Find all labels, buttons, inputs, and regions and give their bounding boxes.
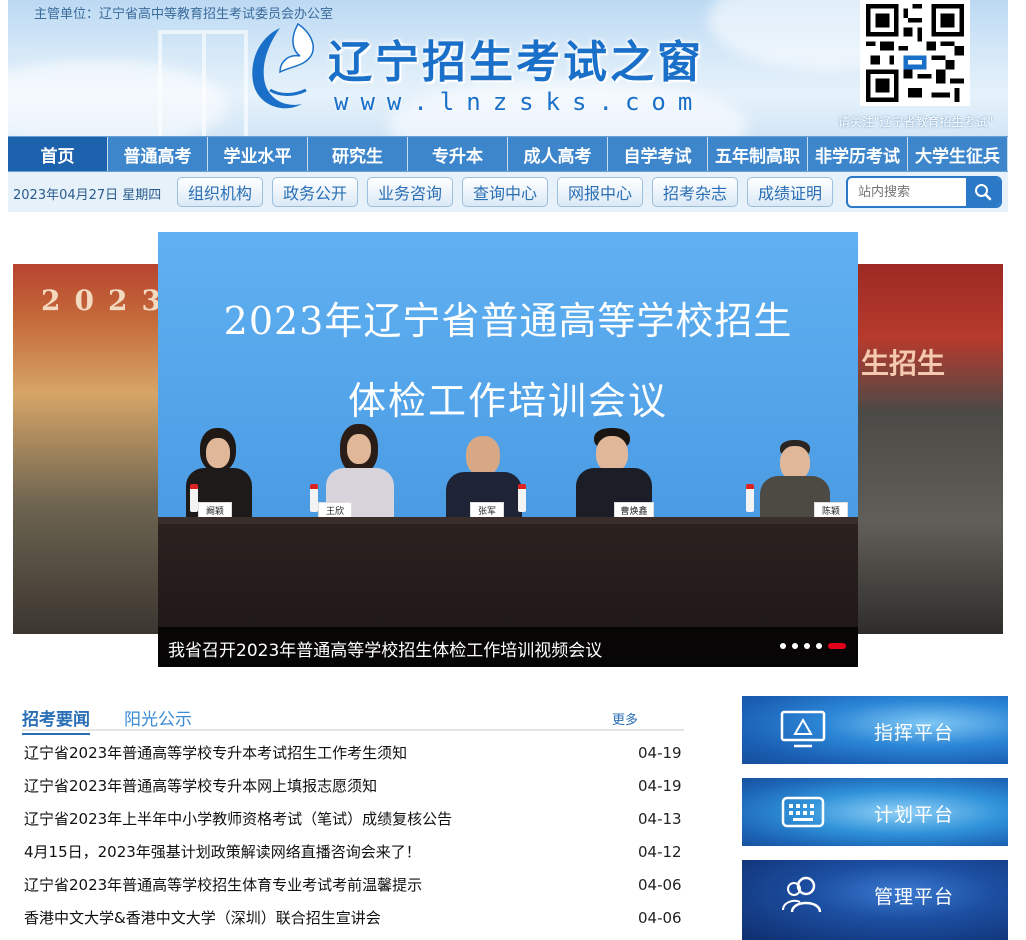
subnav-consulting[interactable]: 业务咨询 [367,177,453,207]
news-title[interactable]: 辽宁省2023年普通高等学校专升本网上填报志愿须知 [24,770,377,803]
nameplate: 陈颖 [814,502,848,518]
carousel-dot[interactable] [804,643,810,649]
nav-item-self-study[interactable]: 自学考试 [608,137,708,171]
tab-news[interactable]: 招考要闻 [22,705,90,735]
news-item[interactable]: 辽宁省2023年上半年中小学教师资格考试（笔试）成绩复核公告 04-13 [22,803,684,836]
platform-label: 计划平台 [874,804,955,826]
water-bottle-icon [746,484,754,512]
nav-item-home[interactable]: 首页 [8,137,108,171]
news-title[interactable]: 辽宁省2023年普通高等学校招生体育专业考试考前温馨提示 [24,869,422,902]
carousel-prev-photo[interactable]: 2023 [13,264,163,634]
platform-label: 指挥平台 [874,722,955,744]
news-date: 04-12 [638,843,682,861]
carousel-dot[interactable] [792,643,798,649]
nameplate: 王欣 [318,502,352,518]
news-title[interactable]: 4月15日，2023年强基计划政策解读网络直播咨询会来了！ [24,836,421,869]
news-title[interactable]: 辽宁省2023年普通高等学校专升本考试招生工作考生须知 [24,737,407,770]
news-list: 辽宁省2023年普通高等学校专升本考试招生工作考生须知 04-19 辽宁省202… [22,737,684,935]
nameplate: 曹焕鑫 [614,502,654,518]
carousel-next-photo[interactable]: 生招生 [855,264,1003,634]
qr-note: 请关注"辽宁省教育招生考试" [838,115,994,129]
nav-item-conscription[interactable]: 大学生征兵 [908,137,1008,171]
water-bottle-icon [518,484,526,512]
news-item[interactable]: 辽宁省2023年普通高等学校招生体育专业考试考前温馨提示 04-06 [22,869,684,902]
news-tabs: 招考要闻 阳光公示 更多 [22,705,684,735]
water-bottle-icon [310,484,318,512]
carousel-dot[interactable] [780,643,786,649]
site-title: 辽宁招生考试之窗 [328,37,704,88]
nav-item-non-degree[interactable]: 非学历考试 [808,137,908,171]
news-date: 04-06 [638,909,682,927]
slide-banner-line2: 体检工作培训会议 [347,379,668,423]
main-nav: 首页 普通高考 学业水平 研究生 专升本 成人高考 自学考试 五年制高职 非学历… [8,136,1008,172]
nameplate: 张军 [470,502,504,518]
carousel-dot[interactable] [816,643,822,649]
carousel-caption-bar: 我省召开2023年普通高等学校招生体检工作培训视频会议 [158,627,858,667]
prev-photo-text: 2023 [41,284,163,317]
carousel-dot-active[interactable] [828,643,846,649]
carousel-dots [780,643,846,649]
sub-nav: 2023年04月27日 星期四 组织机构 政务公开 业务咨询 查询中心 网报中心… [8,172,1008,212]
plan-platform-button[interactable]: 计划平台 [742,778,1008,846]
management-platform-button[interactable]: 管理平台 [742,860,1008,940]
nav-item-adult-exam[interactable]: 成人高考 [508,137,608,171]
carousel-slide[interactable]: 2023年辽宁省普通高等学校招生 体检工作培训会议 阚颖 王欣 张军 曹焕鑫 陈… [158,232,858,667]
nav-item-gaokao[interactable]: 普通高考 [108,137,208,171]
keyboard-icon [781,796,825,828]
subnav-organization[interactable]: 组织机构 [177,177,263,207]
site-header: 主管单位：辽宁省高中等教育招生考试委员会办公室 辽宁招生考试之窗 www.lnz… [8,0,1008,136]
slide-banner-line1: 2023年辽宁省普通高等学校招生 [223,299,793,343]
news-item[interactable]: 4月15日，2023年强基计划政策解读网络直播咨询会来了！ 04-12 [22,836,684,869]
tab-public-notice[interactable]: 阳光公示 [124,705,192,733]
nav-item-academic-level[interactable]: 学业水平 [208,137,308,171]
subnav-magazine[interactable]: 招考杂志 [652,177,738,207]
news-date: 04-19 [638,777,682,795]
dove-logo-icon [252,22,314,109]
command-platform-button[interactable]: 指挥平台 [742,696,1008,764]
next-photo-text: 生招生 [861,347,946,380]
site-domain: www.lnzsks.com [334,88,705,116]
users-icon [782,876,822,913]
window-decoration [158,30,248,136]
nav-item-upgrade-bachelor[interactable]: 专升本 [408,137,508,171]
search-icon [975,184,992,201]
nameplate: 阚颖 [198,502,232,518]
current-date: 2023年04月27日 星期四 [13,188,162,203]
news-date: 04-19 [638,744,682,762]
nav-item-graduate[interactable]: 研究生 [308,137,408,171]
search-input[interactable] [848,178,968,206]
news-item[interactable]: 辽宁省2023年普通高等学校专升本网上填报志愿须知 04-19 [22,770,684,803]
carousel-caption[interactable]: 我省召开2023年普通高等学校招生体检工作培训视频会议 [168,636,602,661]
subnav-public-affairs[interactable]: 政务公开 [272,177,358,207]
more-link[interactable]: 更多 [612,709,638,728]
news-item[interactable]: 辽宁省2023年普通高等学校专升本考试招生工作考生须知 04-19 [22,737,684,770]
monitor-icon [780,710,826,748]
news-date: 04-13 [638,810,682,828]
news-title[interactable]: 香港中文大学&香港中文大学（深圳）联合招生宣讲会 [24,902,381,935]
subnav-registration-center[interactable]: 网报中心 [557,177,643,207]
search-box [846,176,1002,208]
platform-label: 管理平台 [874,886,955,908]
news-title[interactable]: 辽宁省2023年上半年中小学教师资格考试（笔试）成绩复核公告 [24,803,452,836]
qr-code-icon [860,0,970,106]
subnav-score-certificate[interactable]: 成绩证明 [747,177,833,207]
water-bottle-icon [190,484,198,512]
news-date: 04-06 [638,876,682,894]
news-panel: 招考要闻 阳光公示 更多 辽宁省2023年普通高等学校专升本考试招生工作考生须知… [22,705,684,935]
news-item[interactable]: 香港中文大学&香港中文大学（深圳）联合招生宣讲会 04-06 [22,902,684,935]
subnav-query-center[interactable]: 查询中心 [462,177,548,207]
nav-item-five-year[interactable]: 五年制高职 [708,137,808,171]
search-button[interactable] [966,178,1000,206]
